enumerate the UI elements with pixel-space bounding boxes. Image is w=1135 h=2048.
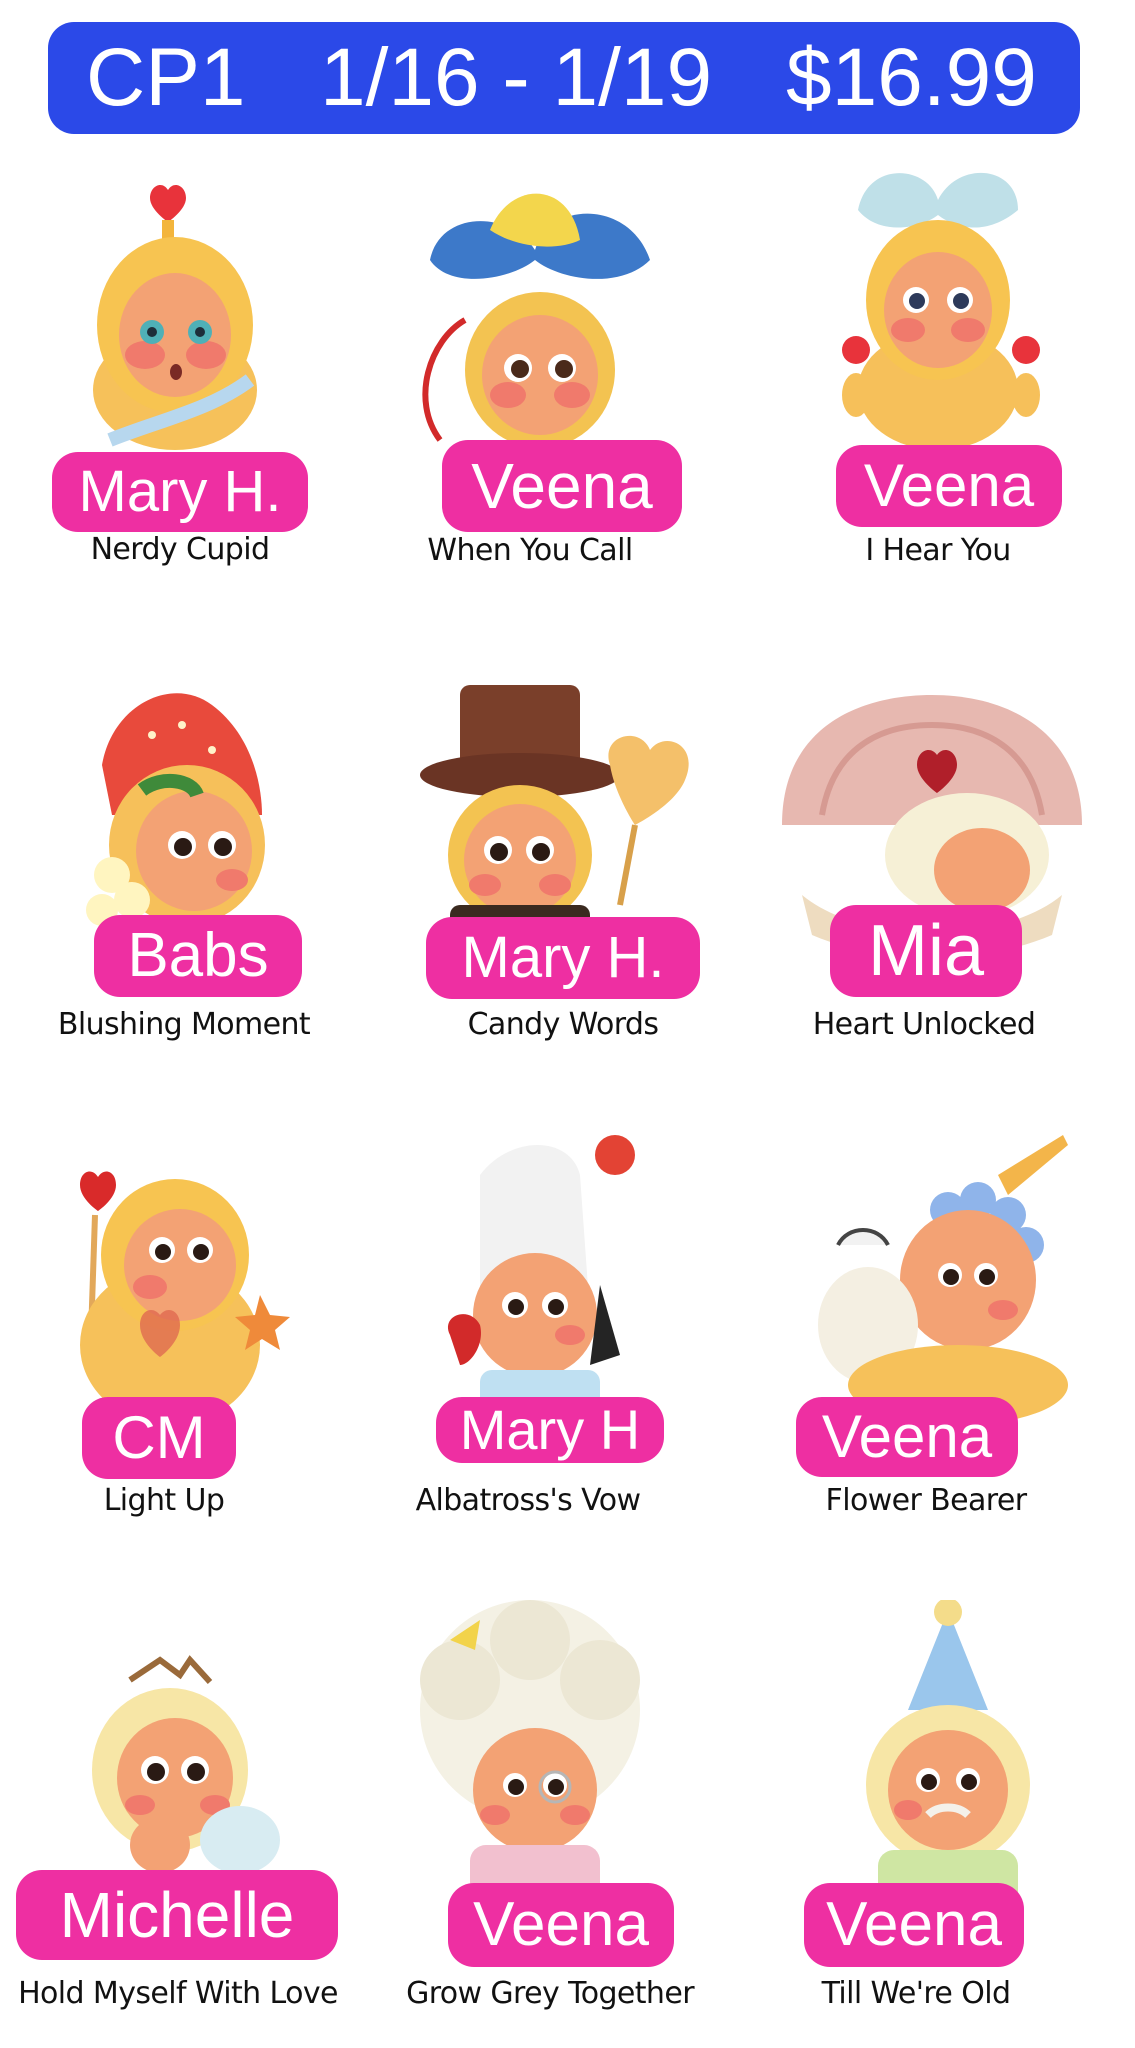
figure-title: Light Up — [103, 1483, 225, 1518]
owner-name-badge: CM — [82, 1397, 236, 1479]
owner-name-badge: Veena — [796, 1397, 1018, 1477]
figure-image — [422, 193, 650, 448]
header-banner: CP1 1/16 - 1/19 $16.99 — [48, 22, 1080, 134]
figure-image — [447, 1135, 635, 1430]
owner-name-badge: Veena — [836, 445, 1062, 527]
figure-card[interactable]: Mia Heart Unlocked — [762, 655, 1102, 1075]
figure-title: Albatross's Vow — [415, 1483, 641, 1518]
figure-title: Flower Bearer — [825, 1483, 1028, 1518]
owner-name-badge: Veena — [804, 1883, 1024, 1967]
figure-title: Blushing Moment — [57, 1007, 311, 1042]
owner-name-badge: Mary H. — [426, 917, 700, 999]
figure-title: When You Call — [427, 533, 633, 568]
date-range: 1/16 - 1/19 — [320, 32, 713, 123]
figure-image — [80, 1171, 290, 1425]
figure-image — [420, 1600, 640, 1915]
figure-card[interactable]: CM Light Up — [0, 1115, 340, 1535]
owner-name-badge: Mary H. — [52, 452, 308, 532]
figure-image — [866, 1600, 1030, 1910]
figure-card[interactable]: Veena When You Call — [370, 140, 710, 568]
figure-card[interactable]: Michelle Hold Myself With Love — [10, 1600, 350, 2020]
figure-card[interactable]: Veena Flower Bearer — [768, 1115, 1108, 1535]
owner-name-badge: Veena — [448, 1883, 674, 1967]
figure-card[interactable]: Veena Grow Grey Together — [380, 1600, 720, 2020]
owner-name-badge: Mia — [830, 905, 1022, 997]
figure-title: Nerdy Cupid — [90, 532, 270, 567]
owner-name-badge: Veena — [442, 440, 682, 532]
owner-name-badge: Michelle — [16, 1870, 338, 1960]
figure-title: Heart Unlocked — [812, 1007, 1036, 1042]
figure-title: I Hear You — [865, 533, 1011, 568]
figure-card[interactable]: Mary H. Nerdy Cupid — [10, 140, 350, 567]
figure-card[interactable]: Veena Till We're Old — [768, 1600, 1108, 2020]
figure-card[interactable]: Mary H Albatross's Vow — [370, 1115, 710, 1535]
figure-card[interactable]: Veena I Hear You — [768, 140, 1108, 568]
figure-title: Till We're Old — [821, 1976, 1011, 2011]
figure-card[interactable]: Mary H. Candy Words — [380, 655, 720, 1075]
figure-title: Candy Words — [467, 1007, 659, 1042]
owner-name-badge: Mary H — [436, 1397, 664, 1463]
figure-card[interactable]: Babs Blushing Moment — [22, 655, 362, 1075]
figure-image — [93, 184, 257, 450]
figure-image — [818, 1135, 1068, 1425]
price: $16.99 — [786, 32, 1037, 123]
figure-title: Hold Myself With Love — [18, 1976, 338, 2011]
figure-title: Grow Grey Together — [406, 1976, 694, 2011]
series-code: CP1 — [86, 32, 246, 123]
owner-name-badge: Babs — [94, 915, 302, 997]
figure-image — [842, 172, 1040, 450]
